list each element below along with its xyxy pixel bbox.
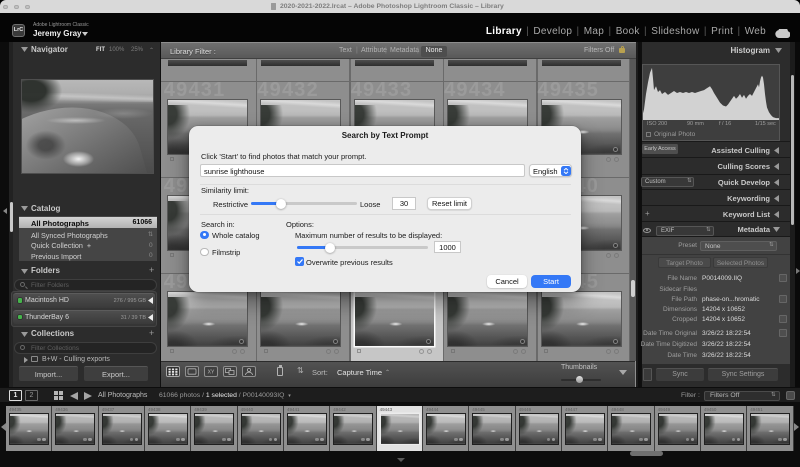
svg-text:XY: XY — [208, 370, 215, 376]
